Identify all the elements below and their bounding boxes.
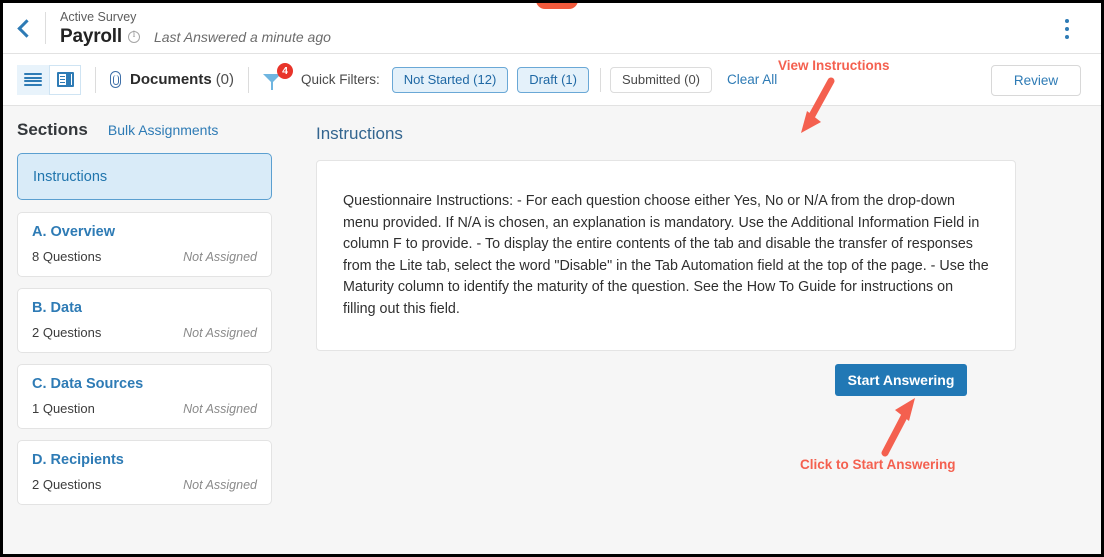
quick-filters-label: Quick Filters:: [301, 72, 380, 87]
sections-title: Sections: [17, 120, 88, 139]
header-text-group: Active Survey Payroll Last Answered a mi…: [60, 9, 331, 48]
start-answering-button[interactable]: Start Answering: [835, 364, 967, 396]
back-button[interactable]: [3, 3, 45, 54]
documents-count: (0): [215, 71, 235, 88]
app-window: Active Survey Payroll Last Answered a mi…: [0, 0, 1104, 557]
filter-toolbar: Documents (0) 4 Quick Filters: Not Start…: [3, 54, 1101, 106]
documents-label: Documents: [130, 71, 212, 88]
section-assignment-status: Not Assigned: [183, 402, 257, 416]
kebab-dot: [1065, 27, 1069, 31]
section-question-count: 2 Questions: [32, 477, 102, 492]
kebab-dot: [1065, 19, 1069, 23]
section-meta: 2 Questions Not Assigned: [32, 477, 257, 492]
sidebar-item-d-recipients[interactable]: D. Recipients 2 Questions Not Assigned: [17, 440, 272, 505]
section-meta: 2 Questions Not Assigned: [32, 325, 257, 340]
section-question-count: 8 Questions: [32, 249, 102, 264]
view-toggle-group: [17, 64, 81, 95]
filter-button[interactable]: 4: [263, 62, 294, 95]
last-answered-label: Last Answered a minute ago: [153, 28, 331, 45]
filter-count-badge: 4: [277, 62, 294, 79]
sidebar-item-label: Instructions: [33, 168, 108, 185]
filter-chip-submitted[interactable]: Submitted (0): [609, 66, 713, 93]
sidebar-item-b-data[interactable]: B. Data 2 Questions Not Assigned: [17, 288, 272, 353]
main-content: Instructions Questionnaire Instructions:…: [288, 106, 1101, 554]
survey-status-label: Active Survey: [60, 9, 137, 24]
section-name: B. Data: [32, 300, 82, 316]
cut-off-pill-indicator: [536, 3, 578, 9]
paperclip-icon: [110, 71, 121, 88]
section-question-count: 2 Questions: [32, 325, 102, 340]
review-button[interactable]: Review: [991, 65, 1081, 96]
section-assignment-status: Not Assigned: [183, 326, 257, 340]
documents-button[interactable]: Documents (0): [110, 71, 234, 88]
section-name: A. Overview: [32, 224, 116, 240]
chevron-left-icon: [17, 18, 36, 38]
bulk-assignments-link[interactable]: Bulk Assignments: [108, 122, 219, 138]
card-view-button[interactable]: [49, 64, 81, 95]
section-question-count: 1 Question: [32, 401, 95, 416]
list-view-icon: [24, 73, 42, 86]
card-view-icon: [56, 72, 74, 87]
kebab-menu-icon[interactable]: [1057, 17, 1077, 41]
toolbar-divider: [248, 66, 250, 93]
sections-sidebar: Sections Bulk Assignments Instructions A…: [3, 106, 288, 554]
sidebar-item-a-overview[interactable]: A. Overview 8 Questions Not Assigned: [17, 212, 272, 277]
annotation-click-to-start: Click to Start Answering: [800, 457, 956, 472]
page-title: Payroll: [60, 25, 122, 47]
section-name: D. Recipients: [32, 452, 124, 468]
section-assignment-status: Not Assigned: [183, 478, 257, 492]
sidebar-item-instructions[interactable]: Instructions: [17, 153, 272, 200]
section-meta: 8 Questions Not Assigned: [32, 249, 257, 264]
clear-all-button[interactable]: Clear All: [727, 72, 777, 87]
instructions-text: Questionnaire Instructions: - For each q…: [343, 193, 989, 317]
page-header: Active Survey Payroll Last Answered a mi…: [3, 3, 1101, 54]
sidebar-header: Sections Bulk Assignments: [17, 120, 272, 140]
chip-divider: [599, 67, 601, 92]
section-meta: 1 Question Not Assigned: [32, 401, 257, 416]
toolbar-divider: [95, 66, 96, 93]
annotation-view-instructions: View Instructions: [778, 58, 890, 73]
instructions-card: Questionnaire Instructions: - For each q…: [316, 160, 1016, 351]
kebab-dot: [1065, 35, 1069, 39]
instructions-panel-title: Instructions: [316, 124, 403, 143]
section-assignment-status: Not Assigned: [183, 250, 257, 264]
header-divider: [45, 12, 46, 44]
filter-chip-not-started[interactable]: Not Started (12): [391, 66, 509, 93]
sidebar-item-c-data-sources[interactable]: C. Data Sources 1 Question Not Assigned: [17, 364, 272, 429]
list-view-button[interactable]: [17, 64, 49, 95]
info-circle-icon[interactable]: [127, 29, 140, 43]
section-name: C. Data Sources: [32, 376, 144, 392]
survey-title-row: Payroll Last Answered a minute ago: [60, 26, 331, 48]
filter-chip-draft[interactable]: Draft (1): [517, 66, 589, 93]
